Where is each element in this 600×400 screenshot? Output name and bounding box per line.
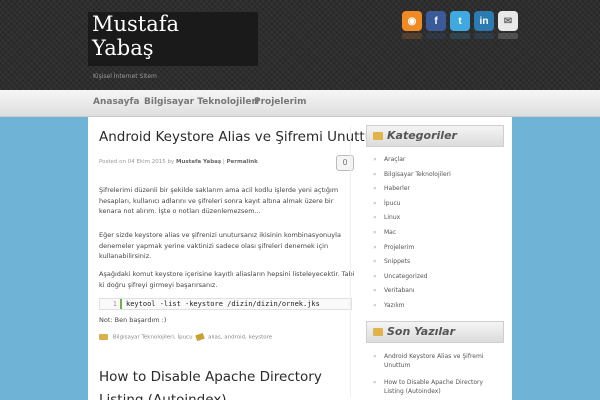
site-header: Mustafa Yabaş Kişisel İnternet Sitem ◉ f… — [0, 0, 600, 90]
category-item[interactable]: Mac — [372, 228, 502, 243]
code-line-number: 1 — [100, 299, 122, 309]
social-reflection — [402, 33, 518, 39]
category-item[interactable]: İpucu — [372, 199, 502, 214]
main-nav: Anasayfa Bilgisayar Teknolojileri Projel… — [0, 90, 600, 117]
category-item[interactable]: Linux — [372, 213, 502, 228]
site-title[interactable]: Mustafa Yabaş — [92, 12, 212, 60]
categories-list: Araçlar Bilgisayar Teknolojileri Haberle… — [372, 155, 502, 316]
post2-title[interactable]: How to Disable Apache Directory Listing … — [99, 366, 349, 400]
post-permalink[interactable]: Permalink — [227, 159, 258, 165]
post-author-link[interactable]: Mustafa Yabaş — [176, 159, 221, 165]
rss-icon[interactable]: ◉ — [402, 11, 422, 31]
recent-post-item[interactable]: Android Keystore Alias ve Şifremi Unuttu… — [372, 352, 504, 370]
content-area: Android Keystore Alias ve Şifremi Unuttu… — [88, 117, 512, 400]
mail-icon[interactable]: ✉ — [498, 11, 518, 31]
post-categories[interactable]: Bilgisayar Teknolojileri, İpucu — [113, 335, 193, 341]
site-tagline: Kişisel İnternet Sitem — [93, 73, 157, 80]
twitter-icon[interactable]: t — [450, 11, 470, 31]
category-item[interactable]: Uncategorized — [372, 272, 502, 287]
category-item[interactable]: Haberler — [372, 184, 502, 199]
post-tags: Bilgisayar Teknolojileri, İpucu alias, a… — [99, 332, 272, 342]
category-item[interactable]: Araçlar — [372, 155, 502, 170]
folder-icon — [373, 328, 383, 336]
post-tag-list[interactable]: alias, android, keystore — [208, 335, 272, 341]
recent-posts-heading: Son Yazılar — [387, 325, 456, 338]
categories-widget-title: Kategoriler — [366, 125, 504, 147]
category-item[interactable]: Bilgisayar Teknolojileri — [372, 170, 502, 185]
post-paragraph-3: Aşağıdaki komut keystore içerisine kayıt… — [99, 270, 355, 289]
categories-heading: Kategoriler — [387, 129, 457, 142]
recent-post-item[interactable]: How to Disable Apache Directory Listing … — [372, 378, 504, 396]
recent-posts-list: Android Keystore Alias ve Şifremi Unuttu… — [372, 352, 504, 400]
post-note: Not: Ben başardım :) — [99, 316, 167, 324]
post-meta-prefix: Posted on 04 Ekim 2015 by — [99, 159, 175, 165]
folder-icon — [373, 132, 383, 140]
linkedin-icon[interactable]: in — [474, 11, 494, 31]
column-divider — [350, 127, 351, 397]
post-title[interactable]: Android Keystore Alias ve Şifremi Unuttu… — [99, 129, 386, 145]
category-item[interactable]: Snippets — [372, 257, 502, 272]
post-paragraph-2: Eğer sizde keystore alias ve şifrenizi u… — [99, 231, 341, 260]
code-text: keytool -list -keystore /dizin/dizin/orn… — [126, 300, 320, 308]
facebook-icon[interactable]: f — [426, 11, 446, 31]
category-item[interactable]: Veritabanı — [372, 286, 502, 301]
tag-icon — [195, 332, 206, 342]
post-meta: Posted on 04 Ekim 2015 by Mustafa Yabaş … — [99, 159, 258, 165]
comment-count-badge[interactable]: 0 — [336, 155, 354, 171]
category-item[interactable]: Yazılım — [372, 301, 502, 316]
nav-item-projelerim[interactable]: Projelerim — [254, 97, 307, 107]
folder-icon — [99, 334, 108, 340]
post-paragraph-1: Şifrelerimi düzenli bir şekilde saklarım… — [99, 186, 339, 215]
nav-item-anasayfa[interactable]: Anasayfa — [93, 97, 139, 107]
category-item[interactable]: Projelerim — [372, 243, 502, 258]
social-links: ◉ f t in ✉ — [402, 11, 518, 31]
code-block[interactable]: 1 keytool -list -keystore /dizin/dizin/or… — [99, 298, 352, 310]
nav-item-bilgisayar-teknolojileri[interactable]: Bilgisayar Teknolojileri — [144, 97, 259, 107]
recent-posts-widget-title: Son Yazılar — [366, 321, 504, 343]
